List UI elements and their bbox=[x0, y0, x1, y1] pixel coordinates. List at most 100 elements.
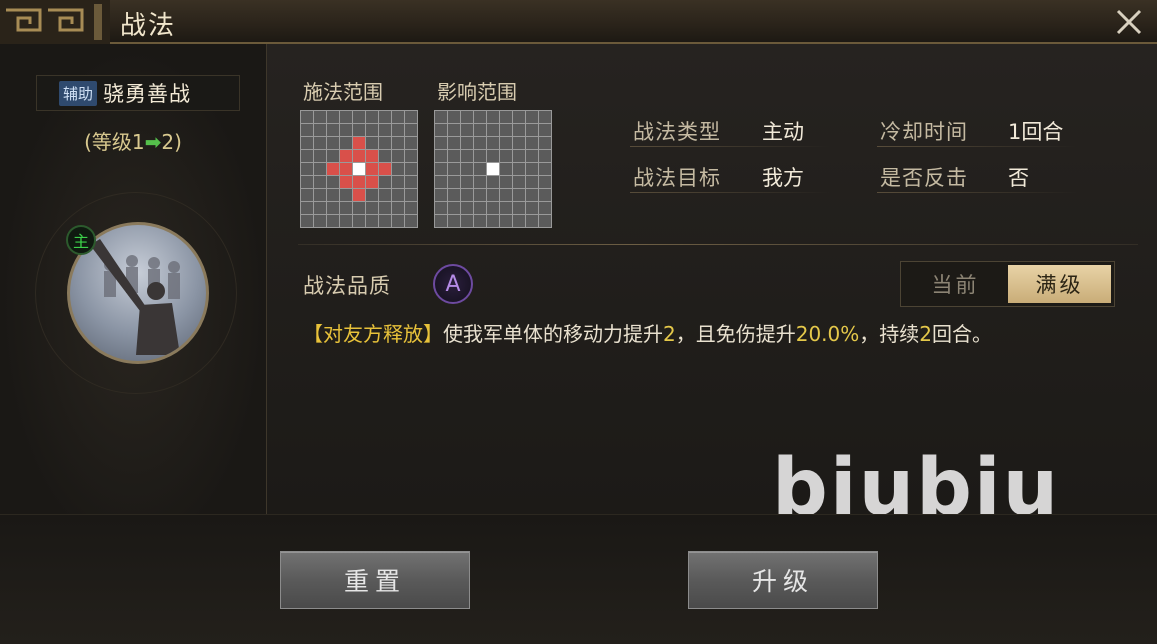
grid-cell bbox=[327, 202, 339, 214]
grid-cell bbox=[513, 111, 525, 123]
grid-cell bbox=[353, 124, 365, 136]
close-button[interactable] bbox=[1111, 4, 1147, 40]
grid-cell bbox=[405, 124, 417, 136]
grid-cell bbox=[340, 215, 352, 227]
grid-cell bbox=[448, 202, 460, 214]
grid-cell bbox=[500, 137, 512, 149]
cast-range-grid bbox=[300, 110, 418, 228]
grid-cell bbox=[461, 124, 473, 136]
divider bbox=[877, 146, 1077, 147]
grid-cell bbox=[500, 150, 512, 162]
grid-cell bbox=[435, 163, 447, 175]
grid-cell bbox=[513, 124, 525, 136]
skill-description: 【对友方释放】使我军单体的移动力提升2，且免伤提升20.0%，持续2回合。 bbox=[303, 318, 1103, 351]
tab-max-level[interactable]: 满级 bbox=[1008, 265, 1111, 303]
grid-cell bbox=[379, 124, 391, 136]
grid-cell bbox=[539, 202, 551, 214]
grid-cell bbox=[448, 137, 460, 149]
grid-cell bbox=[301, 189, 313, 201]
grid-cell bbox=[327, 137, 339, 149]
skill-target-label: 战法目标 bbox=[633, 166, 721, 190]
grid-cell bbox=[366, 176, 378, 188]
window-title: 战法 bbox=[120, 11, 177, 41]
grid-cell bbox=[327, 189, 339, 201]
description-value: 2 bbox=[919, 322, 933, 346]
grid-cell bbox=[405, 189, 417, 201]
level-indicator: (等级1➡2) bbox=[0, 126, 266, 155]
grid-cell bbox=[405, 137, 417, 149]
grid-cell bbox=[301, 163, 313, 175]
grid-cell bbox=[487, 163, 499, 175]
main-badge: 主 bbox=[66, 225, 96, 255]
grid-cell bbox=[405, 111, 417, 123]
cooldown-value: 1回合 bbox=[1008, 120, 1064, 144]
grid-cell bbox=[500, 163, 512, 175]
skill-target-value: 我方 bbox=[762, 166, 804, 190]
grid-cell bbox=[366, 111, 378, 123]
grid-cell bbox=[327, 176, 339, 188]
divider bbox=[877, 192, 1077, 193]
tab-current[interactable]: 当前 bbox=[904, 265, 1007, 303]
arrow-right-icon: ➡ bbox=[144, 130, 162, 154]
grid-cell bbox=[487, 150, 499, 162]
grid-cell bbox=[526, 202, 538, 214]
grid-cell bbox=[327, 124, 339, 136]
grid-cell bbox=[340, 202, 352, 214]
grid-cell bbox=[340, 137, 352, 149]
grid-cell bbox=[513, 137, 525, 149]
grid-cell bbox=[487, 189, 499, 201]
grid-cell bbox=[526, 163, 538, 175]
grid-cell bbox=[392, 189, 404, 201]
grid-cell bbox=[379, 189, 391, 201]
quality-label: 战法品质 bbox=[303, 274, 391, 298]
grid-cell bbox=[366, 163, 378, 175]
level-toggle: 当前 满级 bbox=[900, 261, 1115, 307]
grid-cell bbox=[340, 189, 352, 201]
grid-cell bbox=[301, 215, 313, 227]
description-text: ，且免伤提升 bbox=[675, 322, 796, 346]
grid-cell bbox=[366, 150, 378, 162]
grid-cell bbox=[301, 202, 313, 214]
footer-bar bbox=[0, 514, 1157, 644]
grid-cell bbox=[539, 137, 551, 149]
grid-cell bbox=[366, 137, 378, 149]
grid-cell bbox=[448, 163, 460, 175]
grid-cell bbox=[500, 189, 512, 201]
reset-button[interactable]: 重置 bbox=[280, 551, 470, 609]
grid-cell bbox=[526, 150, 538, 162]
grid-cell bbox=[405, 150, 417, 162]
grid-cell bbox=[500, 215, 512, 227]
grid-cell bbox=[526, 215, 538, 227]
grid-cell bbox=[474, 215, 486, 227]
counter-value: 否 bbox=[1008, 166, 1029, 190]
grid-cell bbox=[314, 124, 326, 136]
grid-cell bbox=[435, 137, 447, 149]
grid-cell bbox=[461, 150, 473, 162]
grid-cell bbox=[314, 150, 326, 162]
grid-cell bbox=[513, 150, 525, 162]
description-text: 使我军单体的移动力提升 bbox=[443, 322, 663, 346]
grid-cell bbox=[487, 176, 499, 188]
grid-cell bbox=[366, 215, 378, 227]
grid-cell bbox=[340, 124, 352, 136]
grid-cell bbox=[474, 202, 486, 214]
grid-cell bbox=[327, 150, 339, 162]
counter-label: 是否反击 bbox=[880, 166, 968, 190]
grid-cell bbox=[314, 189, 326, 201]
upgrade-button[interactable]: 升级 bbox=[688, 551, 878, 609]
grid-cell bbox=[314, 215, 326, 227]
grid-cell bbox=[474, 189, 486, 201]
cooldown-label: 冷却时间 bbox=[880, 120, 968, 144]
grid-cell bbox=[353, 137, 365, 149]
grid-cell bbox=[513, 202, 525, 214]
grid-cell bbox=[301, 150, 313, 162]
grid-cell bbox=[405, 202, 417, 214]
grid-cell bbox=[474, 124, 486, 136]
grid-cell bbox=[513, 215, 525, 227]
grid-cell bbox=[314, 137, 326, 149]
grid-cell bbox=[435, 189, 447, 201]
grid-cell bbox=[487, 124, 499, 136]
grid-cell bbox=[340, 176, 352, 188]
skill-type-label: 战法类型 bbox=[633, 120, 721, 144]
grid-cell bbox=[435, 176, 447, 188]
